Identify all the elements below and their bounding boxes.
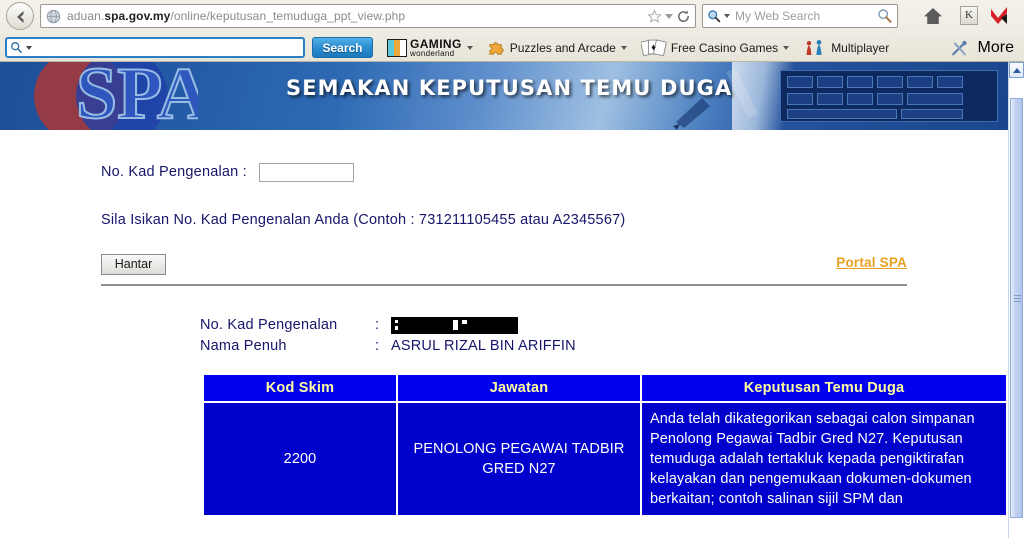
scrollbar-grip-icon — [1014, 295, 1021, 304]
interview-results-table: Kod Skim Jawatan Keputusan Temu Duga 220… — [202, 373, 1008, 517]
ic-number-input[interactable] — [258, 162, 354, 182]
gaming-wonderland-label: GAMING wonderland — [410, 36, 462, 58]
identity-row-name: Nama Penuh : ASRUL RIZAL BIN ARIFFIN — [200, 336, 1008, 356]
column-header-kod-skim: Kod Skim — [204, 375, 396, 401]
toolbar-item-gaming-wonderland[interactable]: GAMING wonderland — [387, 36, 473, 60]
browser-chrome: aduan.spa.gov.my/online/keputusan_temudu… — [0, 0, 1024, 62]
search-icon — [708, 10, 721, 23]
address-bar-actions — [647, 8, 695, 24]
chevron-down-icon[interactable] — [783, 45, 790, 50]
toolbar-item-puzzles-and-arcade[interactable]: Puzzles and Arcade — [487, 36, 627, 60]
results-table-wrapper: Kod Skim Jawatan Keputusan Temu Duga 220… — [202, 373, 1008, 517]
toolbar-more-label: More — [977, 38, 1014, 56]
toolbar-item-label: Puzzles and Arcade — [509, 40, 616, 55]
address-bar[interactable]: aduan.spa.gov.my/online/keputusan_temudu… — [40, 4, 696, 28]
spa-logo-icon: SPA — [34, 62, 198, 130]
toolbar-more-group[interactable]: More — [950, 39, 1016, 57]
reload-icon[interactable] — [676, 9, 691, 24]
toolbar-item-label: Multiplayer — [831, 40, 890, 55]
ic-field-label: No. Kad Pengenalan : — [101, 164, 247, 180]
toolbar-search-button[interactable]: Search — [312, 37, 373, 58]
bookmark-star-icon[interactable] — [647, 8, 662, 24]
keyboard-grid — [780, 70, 998, 122]
form-actions-row: Hantar Portal SPA — [101, 254, 907, 275]
toolbar-item-multiplayer[interactable]: Multiplayer — [803, 36, 889, 60]
red-checkmark-icon[interactable] — [988, 5, 1010, 27]
redacted-ic-number — [391, 316, 518, 334]
back-button[interactable] — [6, 2, 34, 30]
cell-jawatan: PENOLONG PEGAWAI TADBIR GRED N27 — [398, 403, 640, 515]
identity-colon: : — [375, 317, 380, 333]
svg-text:SPA: SPA — [76, 62, 198, 130]
toolbar-search-input[interactable] — [5, 37, 305, 58]
identity-colon: : — [375, 338, 380, 354]
banner-title: SEMAKAN KEPUTUSAN TEMU DUGA — [286, 76, 733, 100]
scrollbar-thumb[interactable] — [1010, 98, 1023, 518]
wrench-screwdriver-icon[interactable] — [950, 39, 969, 57]
puzzle-piece-icon — [489, 42, 504, 55]
candidate-identity-block: No. Kad Pengenalan : Nama Penuh : ASRUL … — [200, 315, 1008, 356]
browser-window: aduan.spa.gov.my/online/keputusan_temudu… — [0, 0, 1024, 538]
ic-format-hint: Sila Isikan No. Kad Pengenalan Anda (Con… — [101, 212, 626, 228]
chevron-down-icon[interactable] — [665, 13, 673, 19]
url-text: aduan.spa.gov.my/online/keputusan_temudu… — [67, 9, 406, 23]
table-header-row: Kod Skim Jawatan Keputusan Temu Duga — [204, 375, 1006, 401]
kaspersky-toolbar-button[interactable]: K — [960, 6, 978, 25]
playing-cards-icon — [640, 39, 667, 56]
chevron-down-icon[interactable] — [620, 45, 627, 50]
column-header-jawatan: Jawatan — [398, 375, 640, 401]
identity-label: Nama Penuh — [200, 338, 287, 354]
site-banner: SPA SEMAKAN KEPUTUSAN TEMU DUGA — [0, 62, 1008, 130]
browser-search-box[interactable]: My Web Search — [702, 4, 898, 28]
home-icon[interactable] — [922, 5, 944, 27]
page-viewport: SPA SEMAKAN KEPUTUSAN TEMU DUGA No. Kad … — [0, 62, 1008, 538]
identity-label: No. Kad Pengenalan — [200, 317, 338, 333]
browser-search-placeholder: My Web Search — [735, 9, 821, 23]
globe-icon — [46, 9, 61, 23]
toolbar-item-free-casino-games[interactable]: Free Casino Games — [640, 36, 790, 60]
cell-kod-skim: 2200 — [204, 403, 396, 515]
page-content: No. Kad Pengenalan : Sila Isikan No. Kad… — [0, 130, 1008, 517]
game-pawns-icon — [806, 39, 822, 55]
gaming-wonderland-logo-icon — [387, 38, 407, 57]
search-icon — [11, 42, 22, 53]
column-header-keputusan: Keputusan Temu Duga — [642, 375, 1006, 401]
table-row: 2200 PENOLONG PEGAWAI TADBIR GRED N27 An… — [204, 403, 1006, 515]
submit-button[interactable]: Hantar — [101, 254, 166, 275]
portal-spa-link[interactable]: Portal SPA — [836, 255, 907, 270]
back-arrow-icon — [17, 11, 24, 23]
toolbar-item-label: Free Casino Games — [670, 40, 779, 55]
scroll-up-button[interactable] — [1009, 62, 1024, 78]
identity-row-ic: No. Kad Pengenalan : — [200, 315, 1008, 335]
ic-field-row: No. Kad Pengenalan : — [101, 160, 1008, 184]
search-go-icon[interactable] — [877, 8, 893, 24]
vertical-scrollbar[interactable] — [1008, 62, 1024, 538]
identity-value: ASRUL RIZAL BIN ARIFFIN — [391, 338, 576, 354]
mywebsearch-toolbar: Search GAMING wonderland Puzzles and Arc… — [0, 33, 1024, 62]
banner-keyboard-image — [732, 62, 1008, 130]
keputusan-text: Anda telah dikategorikan sebagai calon s… — [650, 411, 975, 507]
cell-keputusan: Anda telah dikategorikan sebagai calon s… — [642, 403, 1006, 515]
horizontal-divider — [101, 284, 907, 286]
search-provider-chevron-icon[interactable] — [724, 14, 730, 18]
chevron-down-icon[interactable] — [466, 45, 473, 50]
chevron-up-icon — [1012, 67, 1021, 73]
navigation-row: aduan.spa.gov.my/online/keputusan_temudu… — [0, 0, 1024, 33]
search-options-chevron-icon[interactable] — [26, 45, 32, 50]
